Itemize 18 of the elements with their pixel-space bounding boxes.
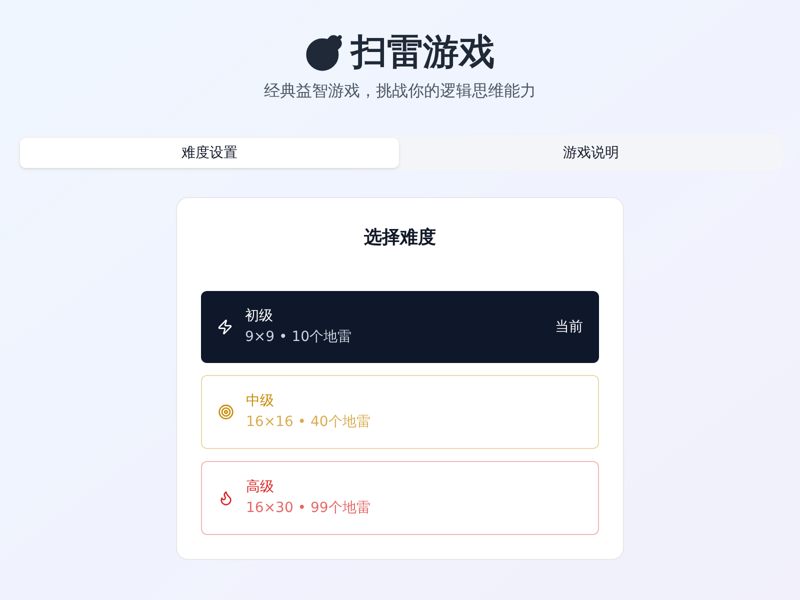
page-subtitle: 经典益智游戏，挑战你的逻辑思维能力 bbox=[264, 80, 536, 102]
difficulty-name: 初级 bbox=[245, 307, 274, 326]
card-title: 选择难度 bbox=[363, 226, 437, 250]
difficulty-option[interactable]: 初级 9×9 • 10个地雷 当前 bbox=[201, 291, 599, 363]
bomb-icon bbox=[305, 34, 343, 72]
flame-icon bbox=[218, 490, 234, 506]
page-title: 扫雷游戏 bbox=[351, 31, 495, 75]
difficulty-detail: 16×16 • 40个地雷 bbox=[246, 413, 372, 432]
difficulty-name: 中级 bbox=[246, 392, 275, 411]
current-label: 当前 bbox=[555, 318, 583, 336]
lightning-icon bbox=[217, 319, 233, 335]
target-icon bbox=[218, 404, 234, 420]
difficulty-detail: 16×30 • 99个地雷 bbox=[246, 499, 372, 518]
difficulty-name: 高级 bbox=[246, 478, 275, 497]
tab[interactable]: 难度设置 bbox=[20, 138, 398, 168]
difficulty-detail: 9×9 • 10个地雷 bbox=[245, 328, 353, 347]
difficulty-option[interactable]: 高级 16×30 • 99个地雷 bbox=[201, 461, 599, 535]
tab[interactable]: 游戏说明 bbox=[402, 138, 780, 168]
